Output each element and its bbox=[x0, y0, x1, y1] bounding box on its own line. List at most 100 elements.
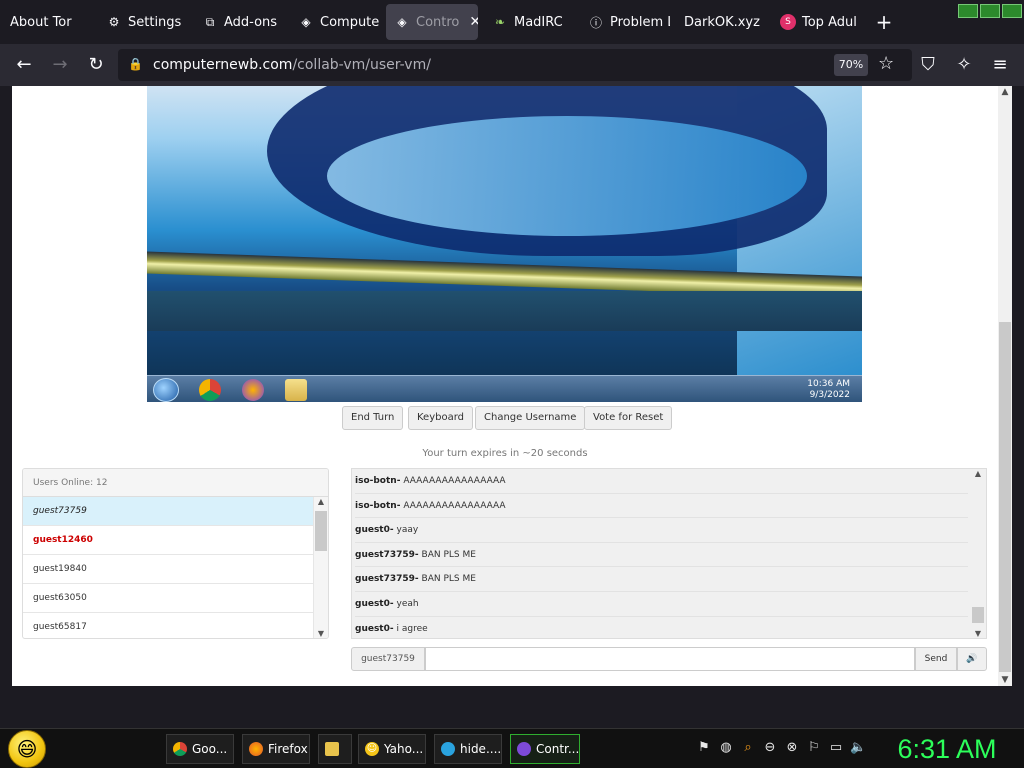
vm-clock[interactable]: 10:36 AM 9/3/2022 bbox=[807, 379, 850, 401]
zoom-indicator[interactable]: 70% bbox=[834, 54, 868, 76]
tab-problem[interactable]: ⓘ Problem L bbox=[580, 4, 670, 40]
chat-username-label: guest73759 bbox=[351, 647, 425, 671]
action-center-icon[interactable]: ⚐ bbox=[806, 739, 822, 757]
tab-madirc[interactable]: ❧ MadIRC bbox=[484, 4, 574, 40]
tor-icon bbox=[517, 742, 531, 756]
scroll-up-icon[interactable]: ▲ bbox=[314, 497, 328, 506]
url-bar[interactable]: 🔒 computernewb.com/collab-vm/user-vm/ 70… bbox=[118, 49, 912, 81]
security-icon[interactable]: ⊗ bbox=[784, 739, 800, 757]
network-icon[interactable]: ◍ bbox=[718, 739, 734, 757]
page-scrollbar[interactable]: ▲ ▼ bbox=[998, 86, 1012, 686]
reload-button[interactable]: ↻ bbox=[84, 53, 108, 77]
users-panel: Users Online: 12 guest73759 guest12460 g… bbox=[22, 468, 329, 639]
tab-settings[interactable]: ⚙ Settings bbox=[98, 4, 188, 40]
minimize-icon[interactable] bbox=[958, 4, 978, 18]
user-list-item[interactable]: guest73759 bbox=[23, 497, 314, 526]
os-clock[interactable]: 6:31 AM bbox=[882, 731, 1012, 767]
chat-scrollbar[interactable]: ▲ ▼ bbox=[971, 469, 986, 638]
maximize-icon[interactable] bbox=[980, 4, 1000, 18]
tab-about-tor[interactable]: About Tor bbox=[2, 4, 94, 40]
tab-label: Top Adul bbox=[802, 14, 857, 30]
task-control[interactable]: Contr... bbox=[510, 734, 580, 764]
tab-label: Add-ons bbox=[224, 14, 278, 30]
tab-bar: About Tor ⚙ Settings ⧉ Add-ons ◈ Compute… bbox=[0, 0, 1024, 44]
lock-icon[interactable]: 🔒 bbox=[128, 57, 144, 73]
chat-message: guest0- i agree bbox=[355, 617, 968, 638]
chat-message: iso-botn- AAAAAAAAAAAAAAAA bbox=[355, 494, 968, 519]
vm-display[interactable]: 10:36 AM 9/3/2022 bbox=[147, 86, 862, 402]
chat-message: guest0- yeah bbox=[355, 592, 968, 617]
scroll-down-icon[interactable]: ▼ bbox=[971, 629, 985, 638]
flag-icon[interactable]: ⚑ bbox=[696, 739, 712, 757]
end-turn-button[interactable]: End Turn bbox=[342, 406, 404, 430]
window-controls[interactable] bbox=[958, 4, 1022, 18]
task-explorer[interactable] bbox=[318, 734, 352, 764]
task-telegram[interactable]: hide.... bbox=[434, 734, 502, 764]
tab-label: DarkOK.xyz bbox=[684, 14, 760, 30]
tab-label: Compute bbox=[320, 14, 380, 30]
yahoo-icon: ☺ bbox=[365, 742, 379, 756]
new-tab-button[interactable]: + bbox=[874, 10, 894, 34]
speaker-icon[interactable]: 🔊 bbox=[957, 647, 987, 671]
telegram-icon bbox=[441, 742, 455, 756]
puzzle-icon: ⧉ bbox=[205, 14, 215, 29]
scroll-up-icon[interactable]: ▲ bbox=[971, 469, 985, 478]
scroll-down-icon[interactable]: ▼ bbox=[998, 674, 1012, 686]
user-list-item[interactable]: guest65817 bbox=[23, 613, 314, 638]
task-firefox[interactable]: Firefox bbox=[242, 734, 310, 764]
tor-icon: ◈ bbox=[301, 15, 311, 29]
mail-icon[interactable]: ⊖ bbox=[762, 739, 778, 757]
task-google[interactable]: Goo... bbox=[166, 734, 234, 764]
leaf-icon: ❧ bbox=[494, 15, 506, 29]
close-window-icon[interactable] bbox=[1002, 4, 1022, 18]
start-button[interactable]: 😄 bbox=[8, 730, 46, 768]
firefox-icon[interactable] bbox=[242, 379, 264, 401]
shield-icon[interactable]: ⛉ bbox=[916, 53, 940, 77]
users-scrollbar[interactable]: ▲ ▼ bbox=[313, 497, 328, 638]
vote-reset-button[interactable]: Vote for Reset bbox=[584, 406, 673, 430]
forward-button[interactable]: → bbox=[48, 53, 72, 77]
vm-taskbar[interactable]: 10:36 AM 9/3/2022 bbox=[147, 375, 862, 402]
tab-label: Contro bbox=[416, 14, 460, 30]
search-icon[interactable]: ⌕ bbox=[740, 739, 756, 757]
tab-label: Problem L bbox=[610, 14, 670, 30]
os-taskbar: 😄 Goo... Firefox ☺ Yaho... hide.... Cont… bbox=[0, 728, 1024, 768]
tab-compute[interactable]: ◈ Compute bbox=[290, 4, 380, 40]
tor-circuit-icon[interactable]: ✧ bbox=[952, 53, 976, 77]
tab-add-ons[interactable]: ⧉ Add-ons bbox=[194, 4, 284, 40]
display-icon[interactable]: ▭ bbox=[828, 739, 844, 757]
tab-label: About Tor bbox=[10, 14, 72, 30]
chat-message: iso-botn- AAAAAAAAAAAAAAAA bbox=[355, 469, 968, 494]
gear-icon: ⚙ bbox=[108, 15, 120, 29]
tab-top[interactable]: S Top Adul bbox=[772, 4, 862, 40]
chrome-icon bbox=[173, 742, 187, 756]
info-icon: ⓘ bbox=[589, 15, 602, 30]
volume-icon[interactable]: 🔈 bbox=[850, 739, 866, 757]
chat-input[interactable] bbox=[425, 647, 915, 671]
user-list-item[interactable]: guest12460 bbox=[23, 526, 314, 555]
url-text[interactable]: computernewb.com/collab-vm/user-vm/ bbox=[153, 57, 431, 73]
scroll-up-icon[interactable]: ▲ bbox=[998, 86, 1012, 98]
firefox-icon bbox=[249, 742, 263, 756]
bookmark-star-icon[interactable]: ☆ bbox=[878, 53, 894, 74]
vm-controls: End Turn Keyboard Change Username Vote f… bbox=[12, 406, 998, 430]
folder-icon[interactable] bbox=[285, 379, 307, 401]
user-list-item[interactable]: guest19840 bbox=[23, 555, 314, 584]
tab-darkok[interactable]: DarkOK.xyz bbox=[676, 4, 766, 40]
scroll-down-icon[interactable]: ▼ bbox=[314, 629, 328, 638]
chrome-icon[interactable] bbox=[199, 379, 221, 401]
vm-start-button[interactable] bbox=[153, 378, 179, 402]
send-button[interactable]: Send bbox=[915, 647, 957, 671]
chat-message: guest0- yaay bbox=[355, 518, 968, 543]
user-list-item[interactable]: guest63050 bbox=[23, 584, 314, 613]
close-tab-icon[interactable]: ✕ bbox=[469, 14, 478, 30]
keyboard-button[interactable]: Keyboard bbox=[408, 406, 474, 430]
task-yahoo[interactable]: ☺ Yaho... bbox=[358, 734, 426, 764]
system-tray: ⚑ ◍ ⌕ ⊖ ⊗ ⚐ ▭ 🔈 bbox=[696, 739, 866, 757]
tab-control[interactable]: ◈ Contro ✕ bbox=[386, 4, 478, 40]
tab-label: Settings bbox=[128, 14, 182, 30]
back-button[interactable]: ← bbox=[12, 53, 36, 77]
vm-wallpaper[interactable] bbox=[147, 86, 862, 375]
change-username-button[interactable]: Change Username bbox=[475, 406, 586, 430]
menu-icon[interactable]: ≡ bbox=[988, 53, 1012, 77]
